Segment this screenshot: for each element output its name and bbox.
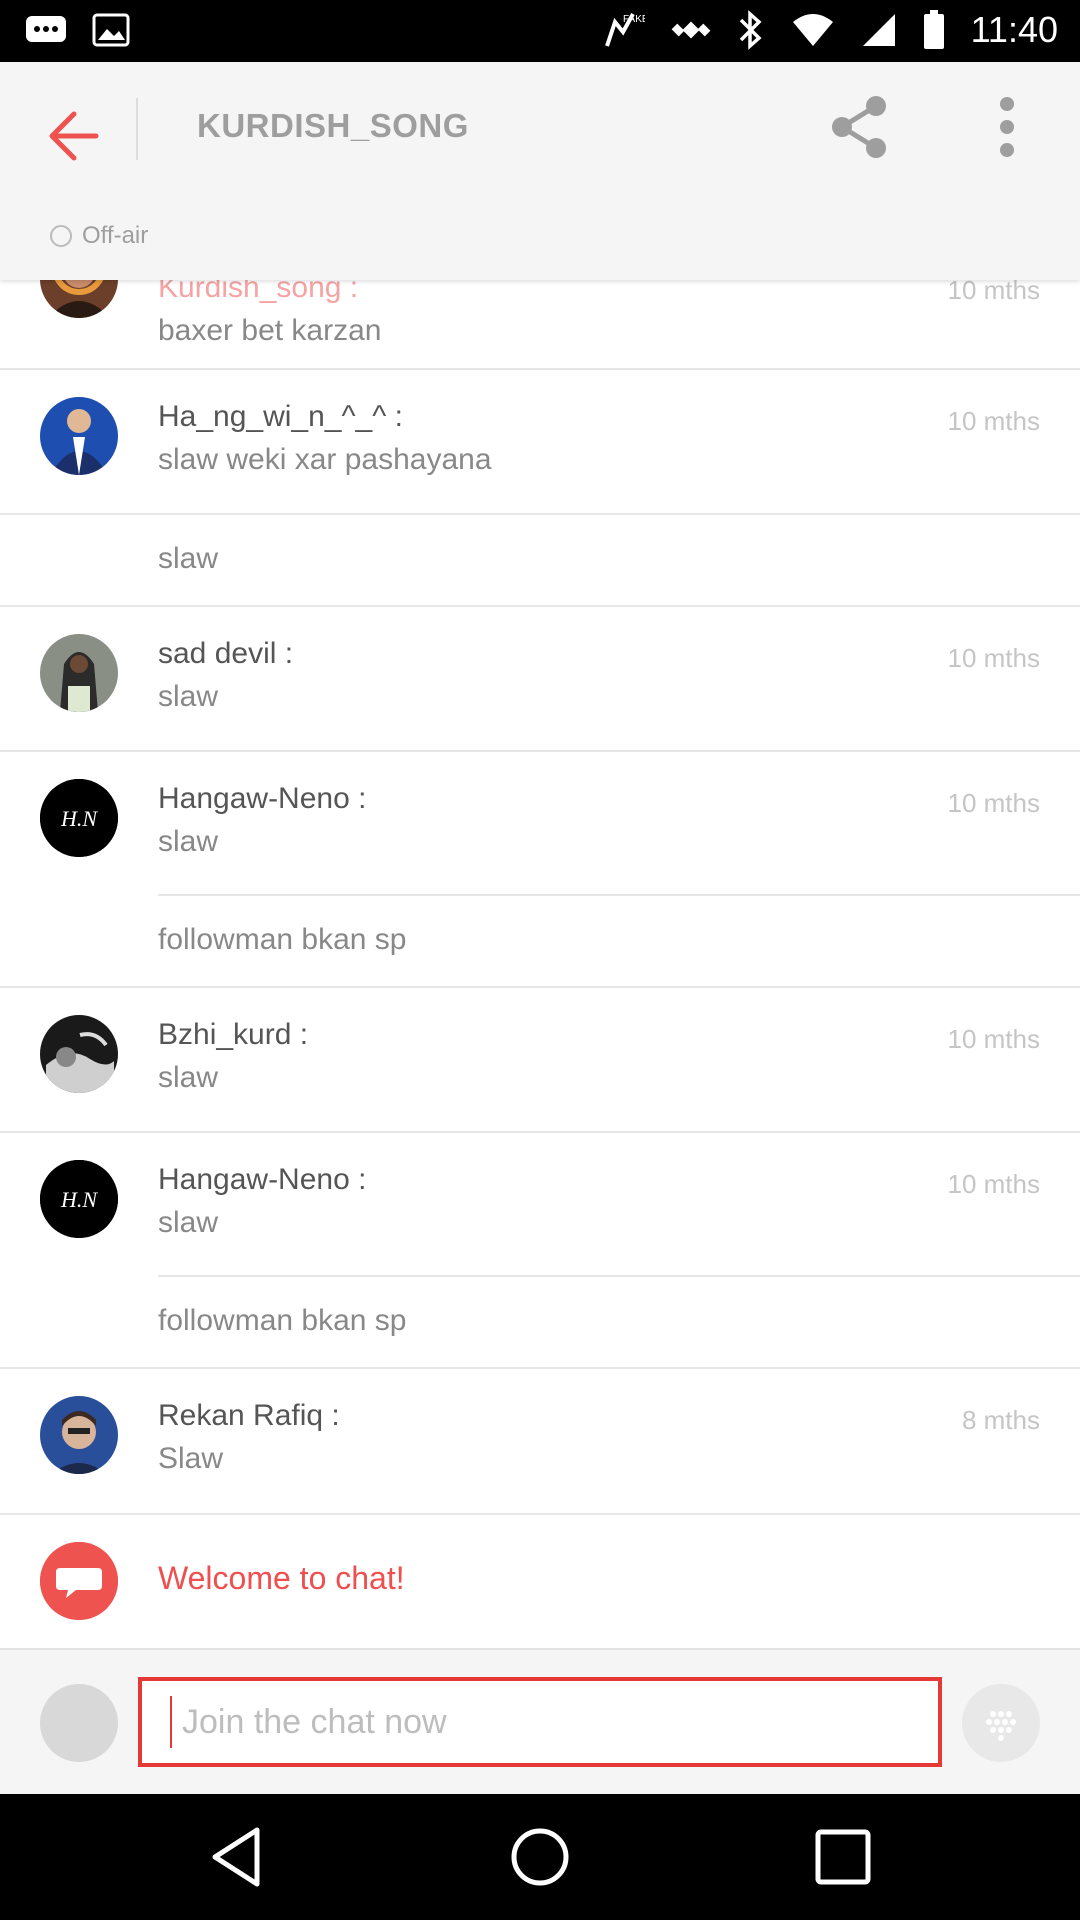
fake-gps-icon: FAKE (604, 13, 645, 47)
system-nav-bar (0, 1794, 1080, 1920)
message-time: 10 mths (947, 1169, 1041, 1199)
page-title: KURDISH_SONG (197, 107, 469, 144)
nav-back-icon (212, 1827, 260, 1887)
message-text: slaw (158, 1061, 219, 1094)
message-author[interactable]: sad devil : (158, 637, 293, 671)
message-time: 8 mths (961, 1405, 1040, 1435)
chat-message-list[interactable]: Kurdish_song : baxer bet karzan 10 mths … (0, 280, 1080, 1648)
clock: 11:40 (970, 9, 1058, 50)
battery-icon (923, 10, 944, 49)
avatar-initials: H.N (60, 1187, 98, 1212)
message-author[interactable]: Hangaw-Neno : (158, 1163, 366, 1197)
user-avatar[interactable] (40, 280, 118, 318)
message-text: slaw (158, 825, 219, 858)
back-button[interactable] (40, 98, 110, 174)
chat-message: Kurdish_song : baxer bet karzan 10 mths (0, 280, 1080, 347)
message-author[interactable]: Hangaw-Neno : (158, 782, 366, 816)
message-text: followman bkan sp (158, 1304, 407, 1337)
signal-icon (862, 14, 895, 46)
message-text: slaw weki xar pashayana (158, 443, 492, 476)
nav-recents-button[interactable] (808, 1822, 878, 1892)
header-divider (136, 98, 138, 160)
back-arrow-icon (49, 111, 99, 161)
user-avatar[interactable]: H.N (40, 1160, 118, 1238)
broadcast-status-label: Off-air (82, 222, 149, 249)
share-button[interactable] (826, 92, 892, 162)
nav-back-button[interactable] (201, 1822, 271, 1892)
status-dot-icon (50, 225, 72, 247)
chat-message: H.N Hangaw-Neno : slaw 10 mths (0, 752, 1080, 896)
message-time: 10 mths (947, 1024, 1041, 1054)
user-avatar[interactable]: H.N (40, 779, 118, 857)
chat-message: Bzhi_kurd : slaw 10 mths (0, 988, 1080, 1132)
message-text: followman bkan sp (158, 923, 407, 956)
message-text: slaw (158, 542, 219, 575)
message-author[interactable]: Bzhi_kurd : (158, 1018, 308, 1052)
chat-message: Rekan Rafiq : Slaw 8 mths (0, 1369, 1080, 1513)
self-avatar[interactable] (40, 1684, 118, 1762)
message-author[interactable]: Rekan Rafiq : (158, 1399, 340, 1433)
image-icon (92, 13, 130, 47)
message-text: baxer bet karzan (158, 314, 382, 347)
avatar-initials: H.N (60, 806, 98, 831)
app-bar: KURDISH_SONG Off-air (0, 62, 1080, 280)
chat-message: followman bkan sp (0, 1277, 1080, 1367)
nav-recents-icon (815, 1829, 871, 1885)
chat-message: Ha_ng_wi_n_^_^ : slaw weki xar pashayana… (0, 370, 1080, 514)
sticker-button[interactable] (962, 1684, 1040, 1762)
user-avatar[interactable] (40, 397, 118, 475)
chat-input[interactable] (138, 1677, 942, 1767)
welcome-text: Welcome to chat! (158, 1560, 405, 1596)
share-icon (832, 96, 886, 158)
message-author[interactable]: Ha_ng_wi_n_^_^ : (158, 400, 403, 434)
message-author[interactable]: Kurdish_song : (158, 280, 358, 305)
satellite-icon (671, 21, 710, 39)
chat-input-bar (0, 1648, 1080, 1794)
user-avatar[interactable] (40, 634, 118, 712)
broadcast-status: Off-air (50, 222, 148, 250)
message-icon (26, 16, 66, 42)
chat-bubble-icon (40, 1542, 118, 1620)
user-avatar[interactable] (40, 1015, 118, 1093)
status-bar: FAKE 11:40 (0, 0, 1080, 62)
user-avatar[interactable] (40, 1396, 118, 1474)
more-options-button[interactable] (982, 92, 1032, 162)
chat-message: slaw (0, 515, 1080, 605)
text-cursor (170, 1696, 172, 1748)
message-time: 10 mths (947, 788, 1041, 818)
wifi-icon (792, 14, 833, 46)
nav-home-icon (511, 1828, 569, 1886)
bluetooth-icon (739, 10, 762, 50)
chat-message: sad devil : slaw 10 mths (0, 607, 1080, 751)
message-text: slaw (158, 1206, 219, 1239)
chat-screen: FAKE 11:40 KURDISH_SONG Off-air (0, 0, 1080, 1920)
more-vert-icon (1000, 97, 1014, 157)
sticker-grid-icon (986, 1711, 1016, 1741)
nav-home-button[interactable] (505, 1822, 575, 1892)
message-time: 10 mths (947, 406, 1041, 436)
message-time: 10 mths (947, 280, 1041, 305)
chat-message: H.N Hangaw-Neno : slaw 10 mths (0, 1133, 1080, 1277)
welcome-message: Welcome to chat! (0, 1515, 1080, 1645)
message-text: Slaw (158, 1442, 224, 1475)
svg-text:FAKE: FAKE (623, 14, 645, 25)
message-text: slaw (158, 680, 219, 713)
chat-message: followman bkan sp (0, 896, 1080, 986)
message-time: 10 mths (947, 643, 1041, 673)
